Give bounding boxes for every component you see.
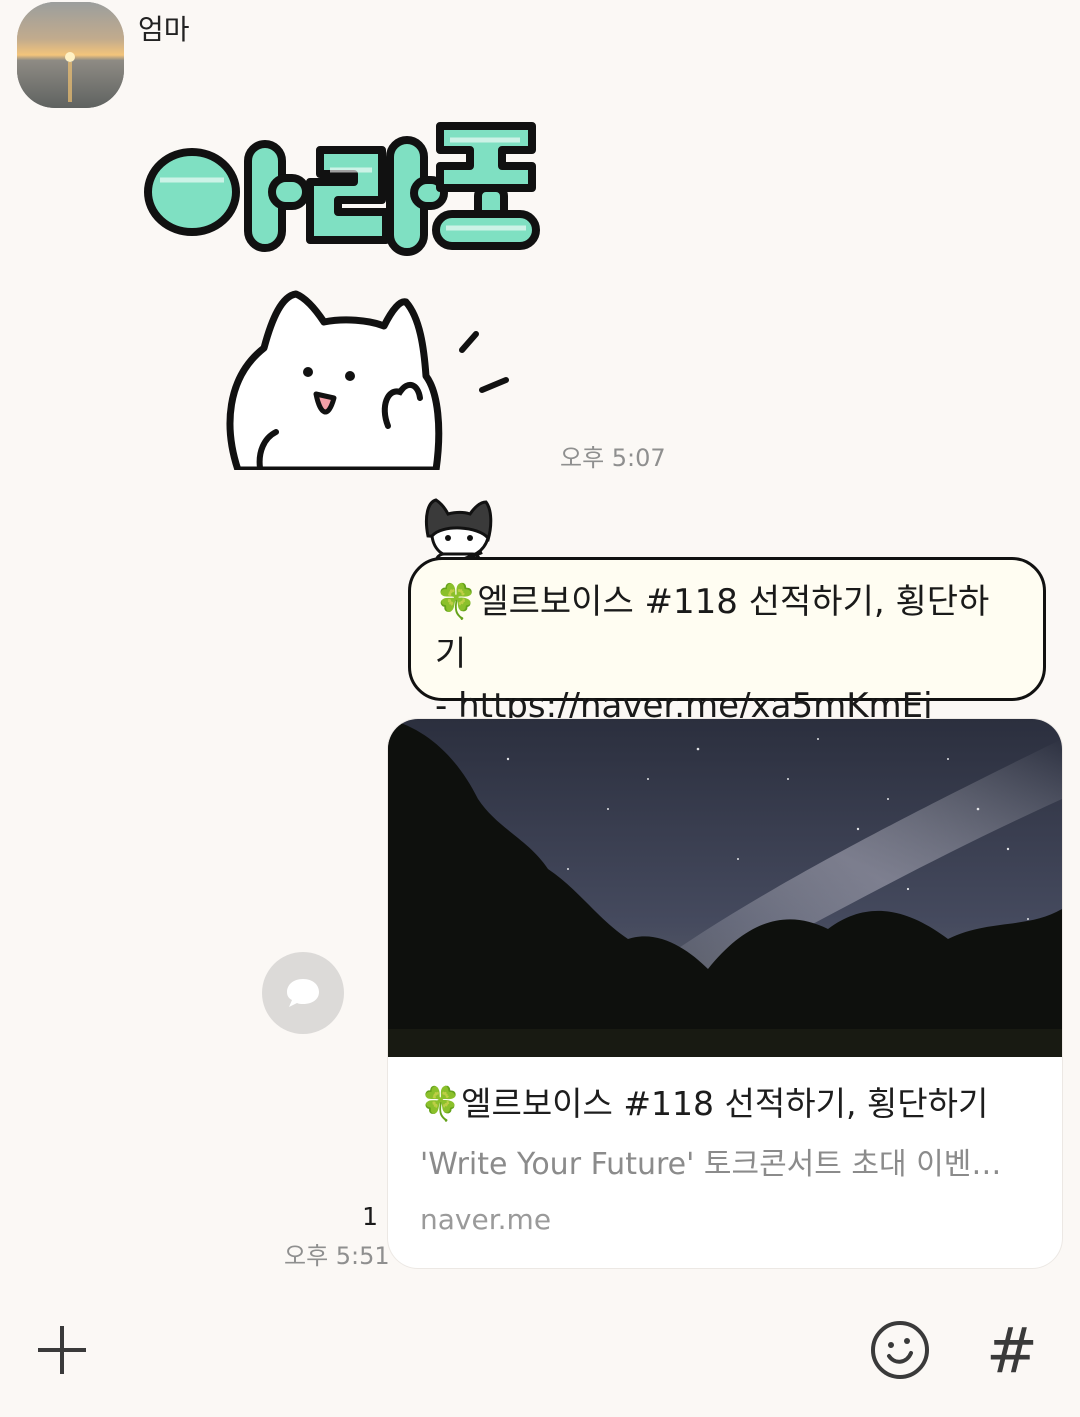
chat-screen: 엄마 오후 5:07 🍀엘르보이스 #118 선적하기, 횡단하기 - http… bbox=[0, 0, 1080, 1417]
emoticon-button[interactable] bbox=[866, 1316, 934, 1384]
speech-bubble-icon bbox=[287, 979, 319, 1007]
share-button[interactable] bbox=[262, 952, 344, 1034]
hashtag-icon: # bbox=[986, 1313, 1038, 1387]
sender-avatar[interactable] bbox=[17, 2, 124, 108]
hashtag-search-button[interactable]: # bbox=[982, 1313, 1042, 1387]
link-preview-image bbox=[388, 719, 1062, 1057]
sticker-arato[interactable] bbox=[140, 110, 545, 260]
outgoing-message-bubble[interactable]: 🍀엘르보이스 #118 선적하기, 횡단하기 - https://naver.m… bbox=[408, 557, 1046, 726]
clover-emoji: 🍀 bbox=[420, 1084, 462, 1123]
read-count: 1 bbox=[362, 1202, 378, 1231]
outgoing-timestamp: 오후 5:51 bbox=[284, 1242, 390, 1270]
attach-button[interactable] bbox=[30, 1318, 94, 1382]
link-preview-card[interactable]: 🍀엘르보이스 #118 선적하기, 횡단하기 'Write Your Futur… bbox=[388, 719, 1062, 1268]
link-preview-domain: naver.me bbox=[420, 1203, 552, 1236]
sticker-cat-waving[interactable] bbox=[224, 288, 519, 470]
emoji-icon bbox=[871, 1321, 929, 1379]
link-preview-title: 🍀엘르보이스 #118 선적하기, 횡단하기 bbox=[420, 1077, 988, 1125]
link-preview-description: 'Write Your Future' 토크콘서트 초대 이벤… bbox=[420, 1147, 1002, 1182]
sender-name: 엄마 bbox=[138, 13, 190, 46]
link-preview-title-text: 엘르보이스 #118 선적하기, 횡단하기 bbox=[461, 1084, 989, 1123]
plus-icon bbox=[38, 1326, 86, 1374]
message-text: 엘르보이스 #118 선적하기, 횡단하기 bbox=[435, 582, 990, 674]
incoming-timestamp: 오후 5:07 bbox=[560, 444, 666, 472]
clover-emoji: 🍀 bbox=[435, 582, 478, 622]
